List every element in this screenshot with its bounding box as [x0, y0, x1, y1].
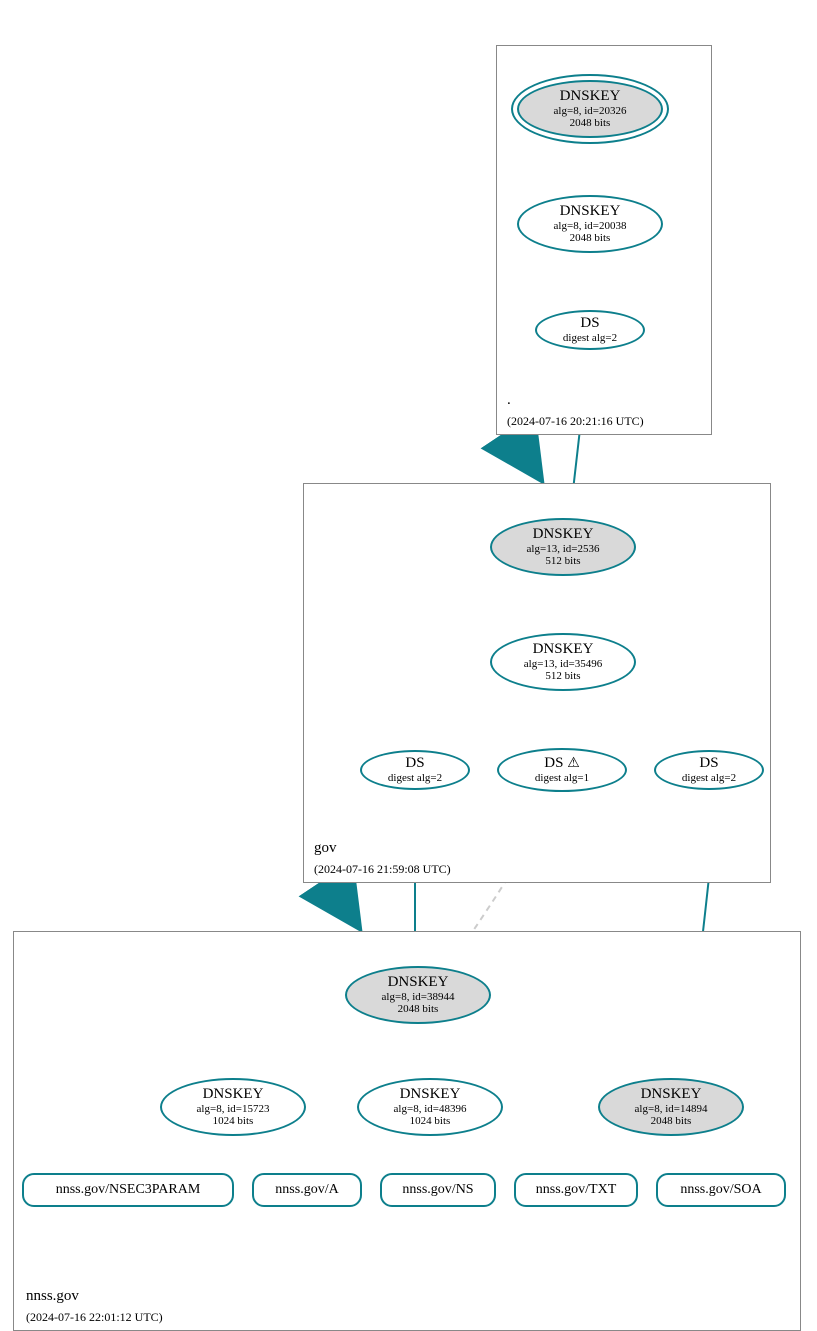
nnss-zsk1-title: DNSKEY	[203, 1086, 264, 1103]
rr-nsec3param-label: nnss.gov/NSEC3PARAM	[56, 1182, 201, 1197]
root-ds-alg: digest alg=2	[563, 332, 617, 345]
root-zsk-title: DNSKEY	[560, 203, 621, 220]
gov-ds1-title: DS	[405, 755, 424, 772]
nnss-zsk1-bits: 1024 bits	[213, 1115, 254, 1128]
nnss-key14894-title: DNSKEY	[641, 1086, 702, 1103]
root-ksk-alg: alg=8, id=20326	[554, 105, 627, 118]
rr-soa-label: nnss.gov/SOA	[680, 1182, 761, 1197]
zone-nnss-name: nnss.gov	[26, 1288, 79, 1305]
rr-ns-label: nnss.gov/NS	[402, 1182, 473, 1197]
gov-ksk-node: DNSKEY alg=13, id=2536 512 bits	[490, 518, 636, 576]
gov-ds2-title: DS	[544, 755, 563, 771]
gov-zsk-bits: 512 bits	[545, 670, 580, 683]
nnss-key14894-alg: alg=8, id=14894	[635, 1103, 708, 1116]
zone-root-timestamp: (2024-07-16 20:21:16 UTC)	[507, 414, 644, 429]
root-ds-node: DS digest alg=2	[535, 310, 645, 350]
nnss-zsk2-alg: alg=8, id=48396	[394, 1103, 467, 1116]
warning-icon: ⚠	[567, 756, 580, 771]
gov-zsk-alg: alg=13, id=35496	[524, 658, 602, 671]
root-zsk-bits: 2048 bits	[570, 232, 611, 245]
zone-gov-timestamp: (2024-07-16 21:59:08 UTC)	[314, 862, 451, 877]
gov-zsk-title: DNSKEY	[533, 641, 594, 658]
rr-ns-node: nnss.gov/NS	[380, 1173, 496, 1207]
diagram-canvas: . (2024-07-16 20:21:16 UTC) gov (2024-07…	[0, 0, 817, 1299]
nnss-ksk-alg: alg=8, id=38944	[382, 991, 455, 1004]
root-zsk-alg: alg=8, id=20038	[554, 220, 627, 233]
rr-a-label: nnss.gov/A	[275, 1182, 338, 1197]
rr-txt-label: nnss.gov/TXT	[536, 1182, 617, 1197]
gov-ds2-alg: digest alg=1	[535, 772, 589, 785]
nnss-zsk2-bits: 1024 bits	[410, 1115, 451, 1128]
root-ksk-title: DNSKEY	[560, 88, 621, 105]
root-ksk-node: DNSKEY alg=8, id=20326 2048 bits	[517, 80, 663, 138]
gov-zsk-node: DNSKEY alg=13, id=35496 512 bits	[490, 633, 636, 691]
root-ds-title: DS	[580, 315, 599, 332]
rr-nsec3param-node: nnss.gov/NSEC3PARAM	[22, 1173, 234, 1207]
gov-ds2-title-row: DS ⚠	[544, 755, 580, 772]
nnss-key14894-node: DNSKEY alg=8, id=14894 2048 bits	[598, 1078, 744, 1136]
nnss-ksk-node: DNSKEY alg=8, id=38944 2048 bits	[345, 966, 491, 1024]
nnss-zsk2-node: DNSKEY alg=8, id=48396 1024 bits	[357, 1078, 503, 1136]
rr-soa-node: nnss.gov/SOA	[656, 1173, 786, 1207]
gov-ds3-node: DS digest alg=2	[654, 750, 764, 790]
root-zsk-node: DNSKEY alg=8, id=20038 2048 bits	[517, 195, 663, 253]
gov-ds1-node: DS digest alg=2	[360, 750, 470, 790]
nnss-key14894-bits: 2048 bits	[651, 1115, 692, 1128]
root-ksk-bits: 2048 bits	[570, 117, 611, 130]
gov-ds3-title: DS	[699, 755, 718, 772]
zone-nnss-timestamp: (2024-07-16 22:01:12 UTC)	[26, 1310, 163, 1325]
gov-ds3-alg: digest alg=2	[682, 772, 736, 785]
gov-ds2-node: DS ⚠ digest alg=1	[497, 748, 627, 792]
zone-gov-name: gov	[314, 840, 337, 857]
nnss-zsk1-node: DNSKEY alg=8, id=15723 1024 bits	[160, 1078, 306, 1136]
gov-ksk-bits: 512 bits	[545, 555, 580, 568]
gov-ds1-alg: digest alg=2	[388, 772, 442, 785]
gov-ksk-alg: alg=13, id=2536	[527, 543, 600, 556]
nnss-zsk1-alg: alg=8, id=15723	[197, 1103, 270, 1116]
nnss-ksk-bits: 2048 bits	[398, 1003, 439, 1016]
rr-txt-node: nnss.gov/TXT	[514, 1173, 638, 1207]
rr-a-node: nnss.gov/A	[252, 1173, 362, 1207]
zone-root-name: .	[507, 392, 511, 409]
gov-ksk-title: DNSKEY	[533, 526, 594, 543]
nnss-ksk-title: DNSKEY	[388, 974, 449, 991]
nnss-zsk2-title: DNSKEY	[400, 1086, 461, 1103]
